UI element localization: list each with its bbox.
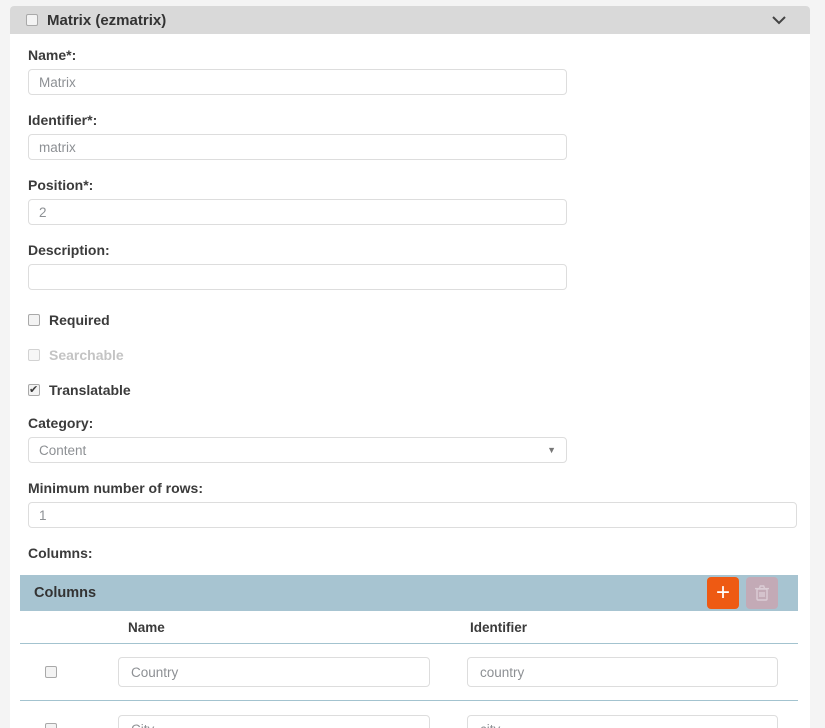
columns-toolbar: + <box>707 577 778 609</box>
name-label: Name*: <box>28 47 792 63</box>
category-select[interactable]: Content <box>28 437 567 463</box>
column-name-input[interactable] <box>118 715 430 728</box>
row-select-checkbox[interactable] <box>45 666 57 678</box>
identifier-input[interactable] <box>28 134 567 160</box>
required-checkbox[interactable] <box>28 314 40 326</box>
columns-table-header: Name Identifier <box>20 611 798 644</box>
category-label: Category: <box>28 415 792 431</box>
identifier-label: Identifier*: <box>28 112 792 128</box>
columns-widget-header: Columns + <box>20 575 798 611</box>
description-input[interactable] <box>28 264 567 290</box>
name-input[interactable] <box>28 69 567 95</box>
columns-section-label: Columns: <box>28 545 792 561</box>
row-select-checkbox[interactable] <box>45 723 57 728</box>
group-title: Matrix (ezmatrix) <box>47 12 166 29</box>
column-identifier-input[interactable] <box>467 715 778 728</box>
group-header[interactable]: Matrix (ezmatrix) <box>10 6 810 34</box>
columns-widget-title: Columns <box>34 585 96 601</box>
delete-column-button[interactable] <box>746 577 778 609</box>
min-rows-input[interactable] <box>28 502 797 528</box>
trash-icon <box>754 584 770 602</box>
table-row <box>20 701 798 728</box>
column-header-identifier: Identifier <box>470 620 527 635</box>
required-field: Required <box>28 312 792 328</box>
position-label: Position*: <box>28 177 792 193</box>
columns-table: Name Identifier <box>20 611 798 728</box>
description-label: Description: <box>28 242 792 258</box>
searchable-checkbox <box>28 349 40 361</box>
form-body: Name*: Identifier*: Position*: Descripti… <box>10 34 810 728</box>
group-select-checkbox[interactable] <box>26 14 38 26</box>
field-definition-panel: Matrix (ezmatrix) Name*: Identifier*: Po… <box>10 6 810 728</box>
required-label: Required <box>49 312 110 328</box>
column-name-input[interactable] <box>118 657 430 687</box>
position-input[interactable] <box>28 199 567 225</box>
searchable-field: Searchable <box>28 347 792 363</box>
translatable-field: Translatable <box>28 382 792 398</box>
translatable-checkbox[interactable] <box>28 384 40 396</box>
chevron-down-icon[interactable] <box>772 16 786 25</box>
min-rows-label: Minimum number of rows: <box>28 480 792 496</box>
plus-icon: + <box>716 579 730 607</box>
translatable-label: Translatable <box>49 382 131 398</box>
searchable-label: Searchable <box>49 347 124 363</box>
category-select-wrap: Content ▼ <box>28 437 567 463</box>
table-row <box>20 644 798 701</box>
column-identifier-input[interactable] <box>467 657 778 687</box>
column-header-name: Name <box>128 620 165 635</box>
columns-widget: Columns + <box>20 575 798 728</box>
add-column-button[interactable]: + <box>707 577 739 609</box>
